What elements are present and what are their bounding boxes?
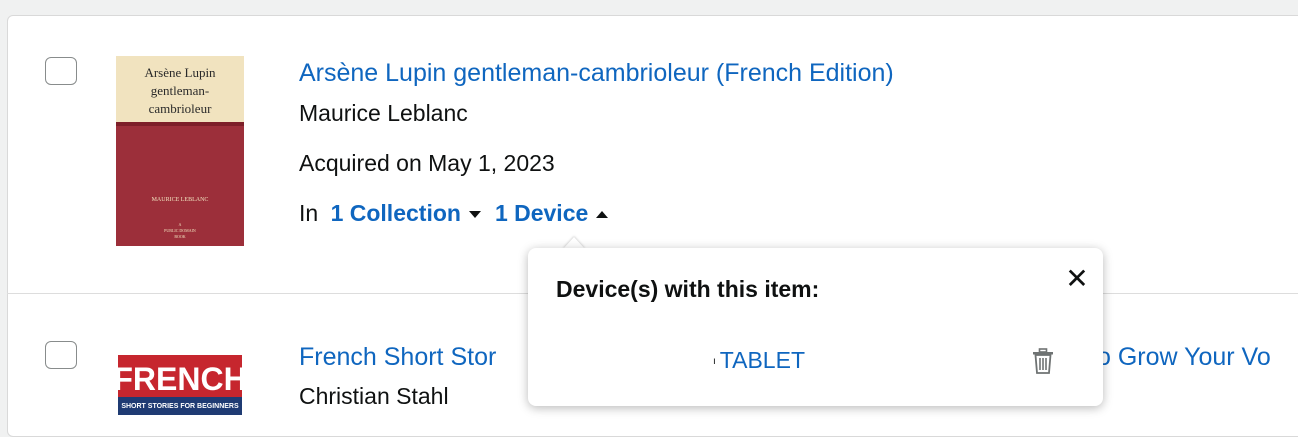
devices-popover: Device(s) with this item: ✕ ı TABLET [528,248,1103,406]
book-title-link-start[interactable]: French Short Stor [299,343,496,372]
popover-title: Device(s) with this item: [556,276,820,302]
caret-down-icon[interactable] [468,211,481,219]
book-cover-arsene-lupin[interactable]: Arsène Lupin gentleman- cambrioleur MAUR… [116,56,244,246]
cover-title-line2: gentleman- [151,83,209,98]
cover-publisher-line3: BOOK [174,234,185,239]
device-name[interactable]: ı TABLET [713,347,805,374]
cover-author: MAURICE LEBLANC [152,197,209,203]
device-prefix: ı [713,356,716,368]
collections-dropdown[interactable]: 1 Collection [331,200,461,226]
book-title-link-end[interactable]: o Grow Your Vo [1097,343,1271,372]
device-label: TABLET [719,347,805,373]
book-author: Christian Stahl [299,383,449,409]
item-membership-line: In 1 Collection 1 Device [299,200,609,227]
select-item-checkbox[interactable] [45,341,77,369]
select-item-checkbox[interactable] [45,57,77,85]
book-title-link[interactable]: Arsène Lupin gentleman-cambrioleur (Fren… [299,59,894,88]
in-label: In [299,200,319,226]
cover-title: FRENCH [116,361,244,397]
book-cover-french-short-stories[interactable]: FRENCH SHORT STORIES FOR BEGINNERS [116,352,244,415]
acquired-date: Acquired on May 1, 2023 [299,150,555,176]
close-icon[interactable]: ✕ [1064,265,1090,293]
cover-art: FRENCH SHORT STORIES FOR BEGINNERS [116,352,244,415]
cover-publisher-line1: A [179,222,182,227]
cover-publisher-line2: PUBLIC DOMAIN [164,228,196,233]
caret-up-icon[interactable] [596,211,609,219]
cover-art: Arsène Lupin gentleman- cambrioleur MAUR… [116,56,244,246]
trash-icon[interactable] [1032,348,1054,379]
cover-subtitle: SHORT STORIES FOR BEGINNERS [121,403,239,410]
devices-dropdown[interactable]: 1 Device [495,200,588,226]
book-author: Maurice Leblanc [299,100,468,126]
trash-icon-svg [1033,348,1053,374]
cover-title-line1: Arsène Lupin [144,65,216,80]
cover-title-line3: cambrioleur [149,101,212,116]
